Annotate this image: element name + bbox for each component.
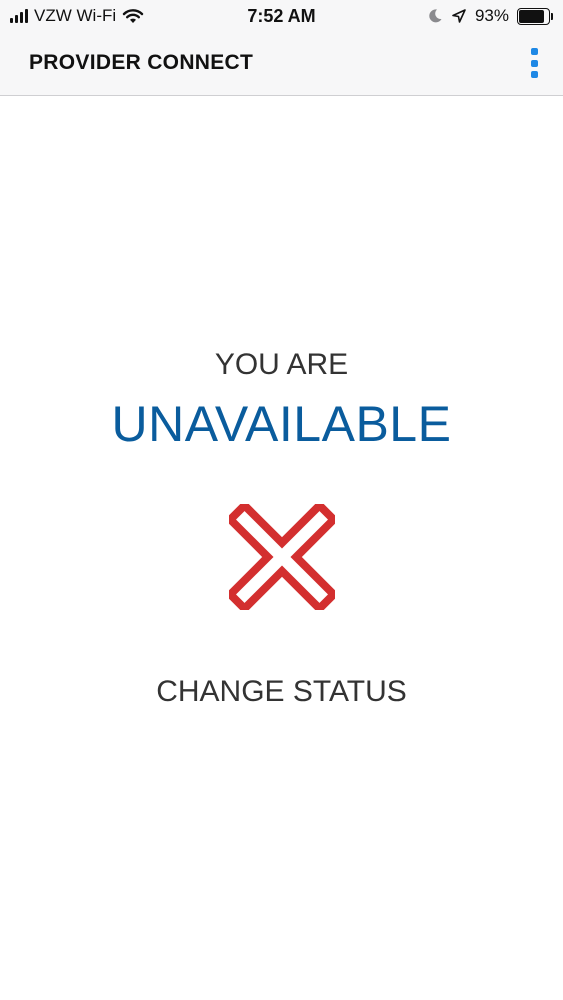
x-icon bbox=[229, 504, 335, 610]
app-title: PROVIDER CONNECT bbox=[29, 51, 254, 74]
status-bar: VZW Wi-Fi 7:52 AM 93% bbox=[0, 0, 563, 32]
location-arrow-icon bbox=[452, 9, 466, 23]
app-header: PROVIDER CONNECT bbox=[0, 32, 563, 96]
battery-icon bbox=[517, 7, 553, 25]
battery-percent: 93% bbox=[474, 6, 509, 25]
status-bar-left: VZW Wi-Fi bbox=[10, 5, 144, 27]
wifi-icon bbox=[122, 9, 144, 23]
moon-icon bbox=[429, 9, 442, 23]
main-content: YOU ARE UNAVAILABLE CHANGE STATUS bbox=[0, 96, 563, 1000]
status-prefix: YOU ARE bbox=[214, 348, 349, 381]
kebab-menu-icon[interactable] bbox=[527, 48, 541, 78]
signal-icon bbox=[10, 9, 28, 23]
availability-status: UNAVAILABLE bbox=[111, 396, 452, 452]
change-status-button[interactable]: CHANGE STATUS bbox=[0, 674, 563, 710]
carrier-label: VZW Wi-Fi bbox=[34, 6, 117, 25]
status-bar-right: 93% bbox=[427, 5, 553, 27]
